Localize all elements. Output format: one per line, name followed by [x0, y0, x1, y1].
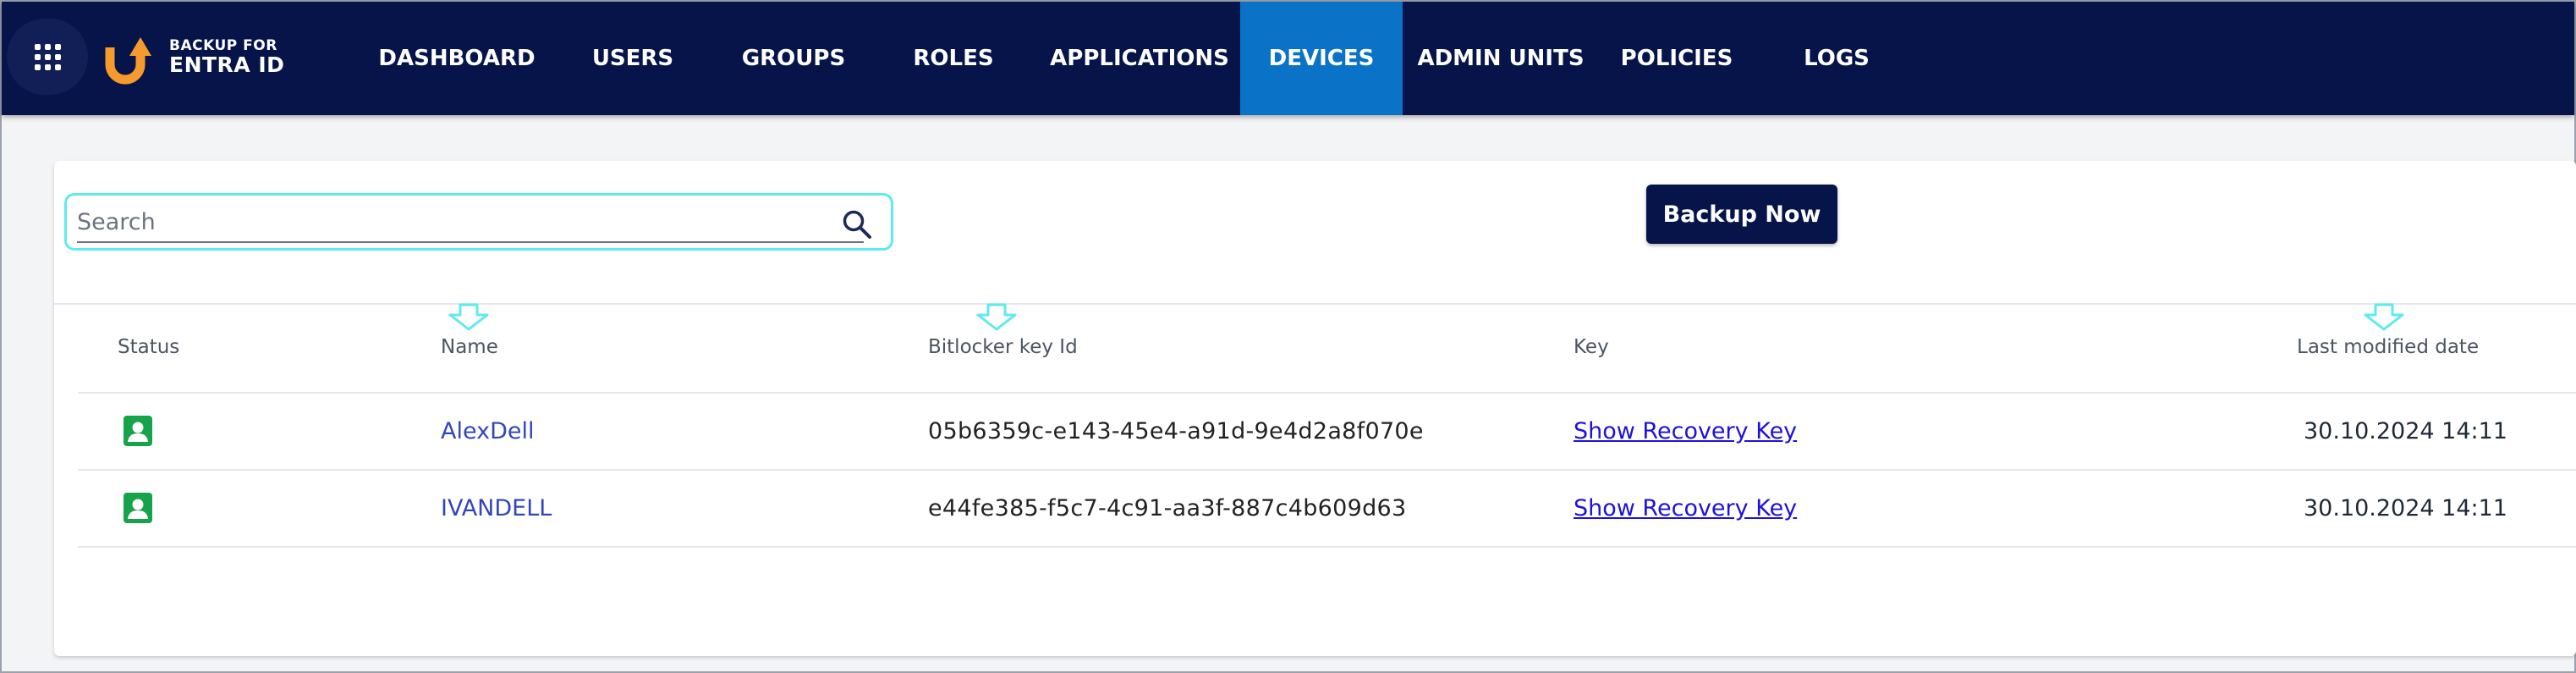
last-modified-date: 30.10.2024 14:11: [2304, 417, 2507, 444]
status-cell: [124, 393, 152, 469]
device-name-link[interactable]: AlexDell: [441, 393, 535, 469]
nav-groups[interactable]: GROUPS: [729, 2, 858, 115]
search-icon[interactable]: [842, 209, 872, 240]
nav-devices[interactable]: DEVICES: [1240, 2, 1403, 115]
sort-arrow-down-icon[interactable]: [975, 303, 1019, 332]
nav-policies[interactable]: POLICIES: [1618, 2, 1736, 115]
row-divider: [78, 546, 2576, 548]
nav-logs[interactable]: LOGS: [1799, 2, 1875, 115]
backup-now-button[interactable]: Backup Now: [1646, 185, 1837, 244]
last-modified-date: 30.10.2024 14:11: [2304, 494, 2507, 521]
column-header-bitlocker-key-id[interactable]: Bitlocker key Id: [928, 336, 1078, 358]
toolbar-divider: [54, 303, 2576, 305]
table-row[interactable]: AlexDell 05b6359c-e143-45e4-a91d-9e4d2a8…: [78, 393, 2576, 469]
nav-admin-units[interactable]: ADMIN UNITS: [1417, 2, 1584, 115]
top-navigation-bar: BACKUP FOR ENTRA ID DASHBOARD USERS GROU…: [2, 2, 2574, 115]
search-box: [64, 193, 893, 251]
column-header-last-modified[interactable]: Last modified date: [2297, 336, 2479, 358]
apps-menu-button[interactable]: [7, 19, 88, 95]
app-logo[interactable]: BACKUP FOR ENTRA ID: [102, 30, 284, 85]
sort-arrow-down-icon[interactable]: [2362, 303, 2406, 332]
app-title-line2: ENTRA ID: [169, 52, 285, 77]
show-recovery-key-link[interactable]: Show Recovery Key: [1574, 470, 1797, 546]
bitlocker-key-id: 05b6359c-e143-45e4-a91d-9e4d2a8f070e: [928, 417, 1424, 444]
table-row[interactable]: IVANDELL e44fe385-f5c7-4c91-aa3f-887c4b6…: [78, 470, 2576, 546]
nav-users[interactable]: USERS: [574, 2, 692, 115]
apps-grid-icon: [34, 43, 61, 70]
column-header-status[interactable]: Status: [118, 336, 179, 358]
show-recovery-key-link[interactable]: Show Recovery Key: [1574, 393, 1797, 469]
status-cell: [124, 470, 152, 546]
device-name-link[interactable]: IVANDELL: [441, 470, 552, 546]
app-title: BACKUP FOR ENTRA ID: [169, 38, 285, 77]
nav-dashboard[interactable]: DASHBOARD: [365, 2, 548, 115]
backup-logo-icon: [105, 37, 151, 85]
sort-arrow-down-icon[interactable]: [447, 303, 491, 332]
user-badge-icon: [124, 493, 152, 523]
user-badge-icon: [124, 416, 152, 446]
bitlocker-key-id: e44fe385-f5c7-4c91-aa3f-887c4b609d63: [928, 494, 1407, 521]
devices-panel: Backup Now Status Name Bitlocker key Id …: [54, 161, 2576, 656]
nav-roles[interactable]: ROLES: [898, 2, 1008, 115]
search-input[interactable]: [77, 202, 864, 243]
column-header-key[interactable]: Key: [1574, 336, 1609, 358]
column-header-name[interactable]: Name: [441, 336, 498, 358]
nav-applications[interactable]: APPLICATIONS: [1047, 2, 1232, 115]
